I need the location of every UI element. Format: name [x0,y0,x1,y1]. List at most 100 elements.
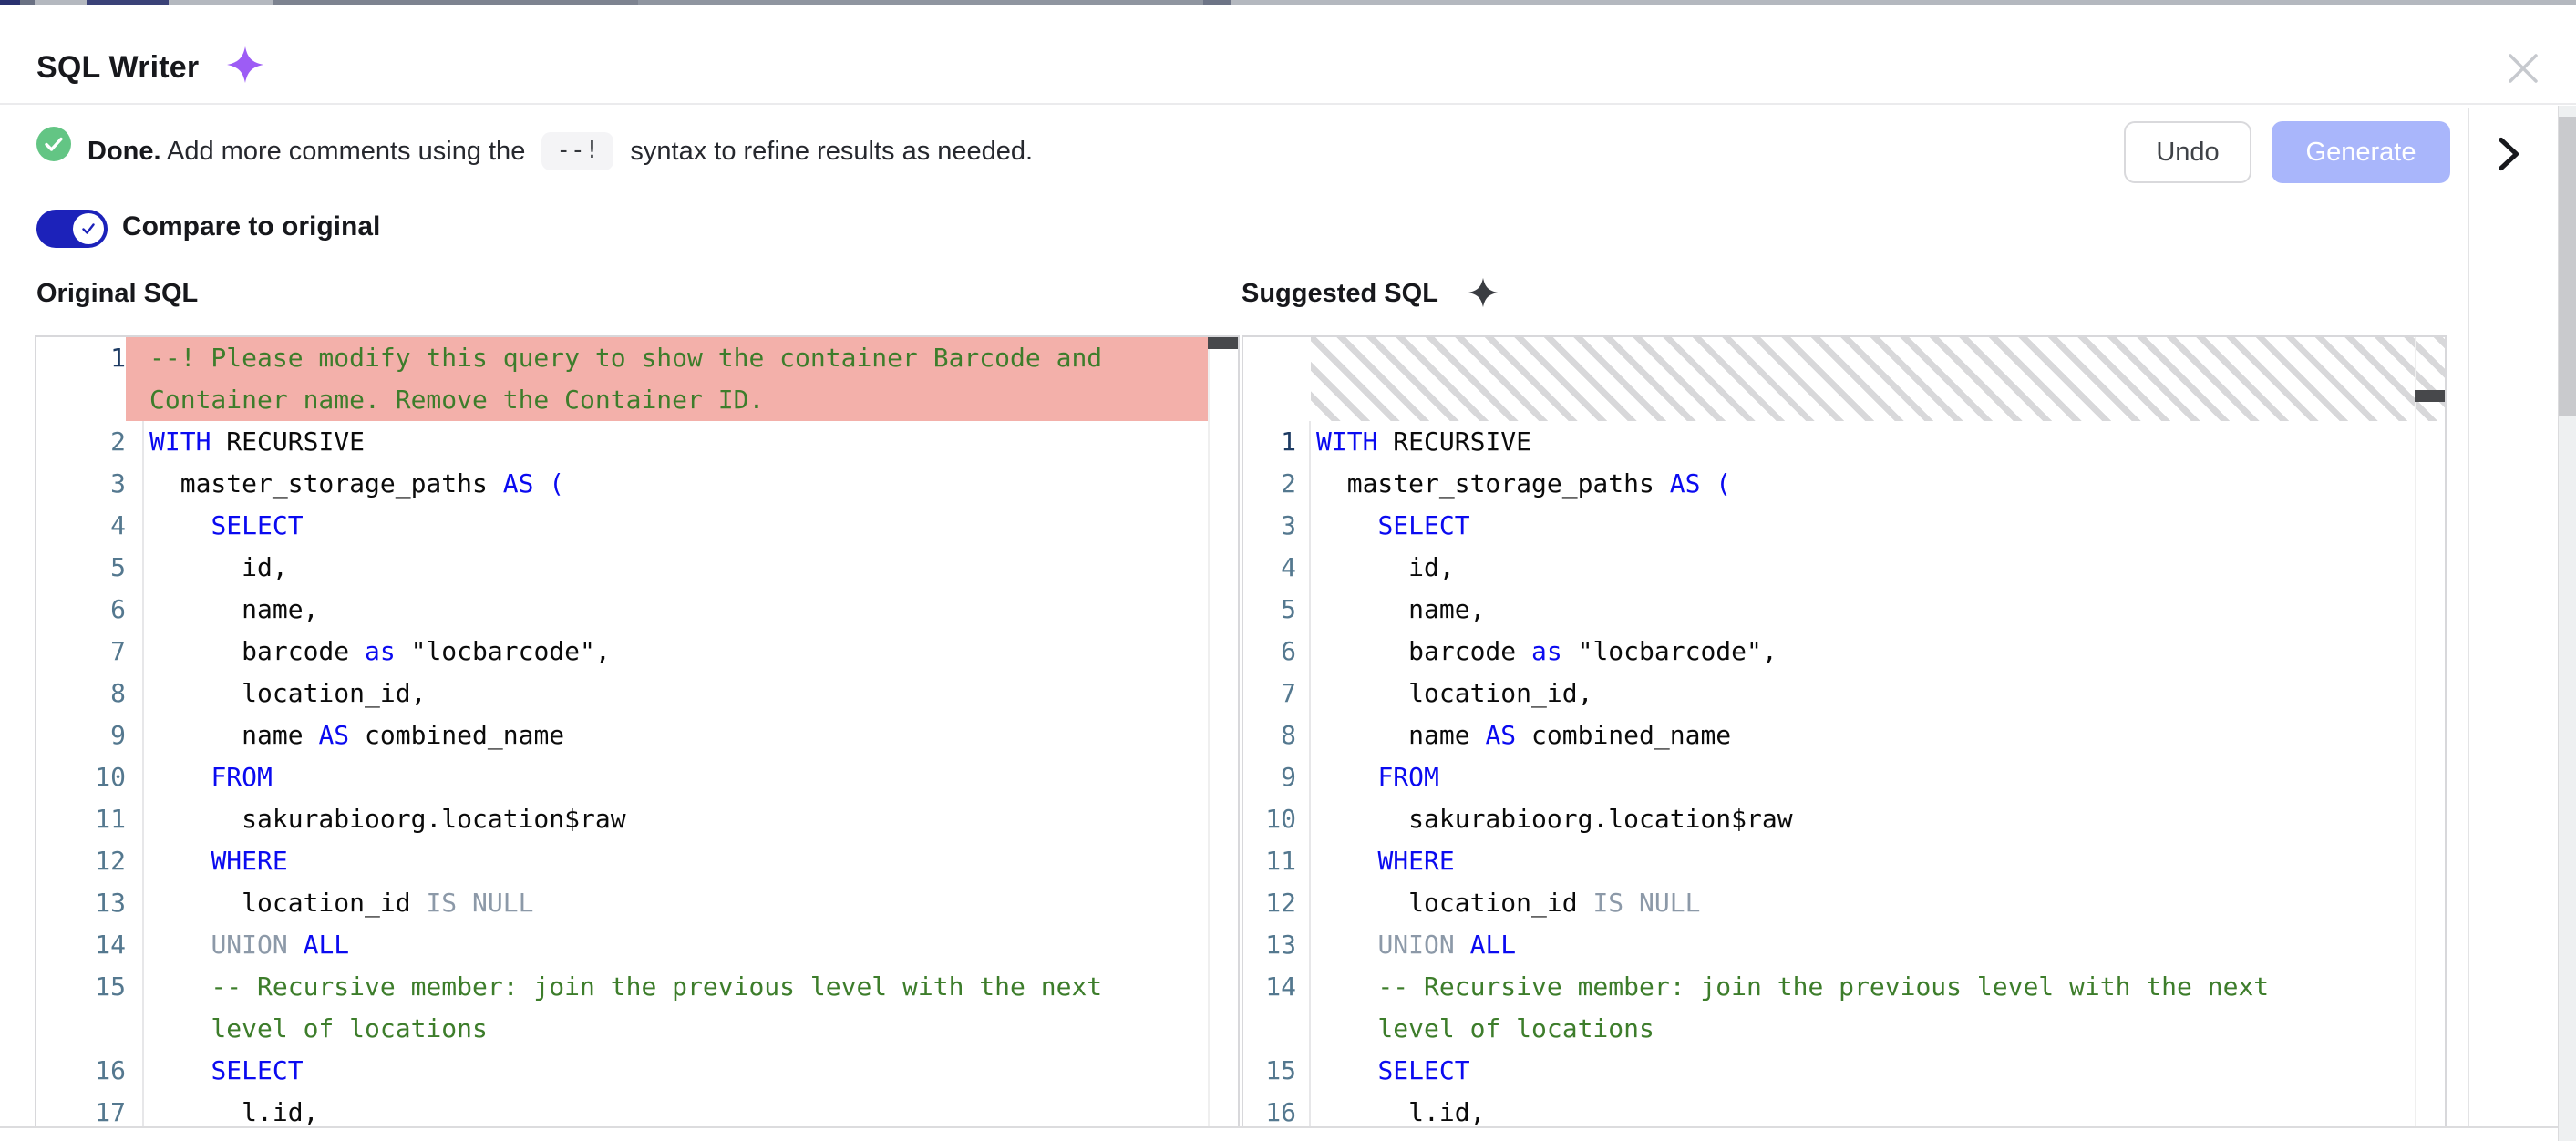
gutter-separator [126,673,144,714]
code-line[interactable]: level of locations [1243,1008,2415,1050]
code-line[interactable]: 14 -- Recursive member: join the previou… [1243,966,2415,1008]
code-line[interactable]: 3 SELECT [1243,505,2415,547]
line-number: 8 [1243,714,1296,756]
code-line[interactable]: 7 barcode as "locbarcode", [36,631,1208,673]
gutter-separator [126,966,144,1008]
collapse-chevron-icon[interactable] [2484,131,2531,179]
code-line[interactable]: 17 l.id, [36,1092,1208,1126]
code-line[interactable]: 15 -- Recursive member: join the previou… [36,966,1208,1008]
code-line[interactable]: 12 location_id IS NULL [1243,882,2415,924]
code-line[interactable]: level of locations [36,1008,1208,1050]
code-line[interactable]: 4 SELECT [36,505,1208,547]
editor-scrollbar-thumb[interactable] [1208,337,1238,349]
diff-view: 1--! Please modify this query to show th… [0,335,2576,1126]
gutter-separator [1296,421,1311,463]
code-text: name, [1311,589,2415,631]
code-text: WHERE [144,840,1208,882]
code-text: SELECT [1311,1050,2415,1092]
gutter-separator [1296,589,1311,631]
gutter-separator [1296,631,1311,673]
close-icon[interactable] [2505,50,2541,87]
code-line[interactable]: 9 name AS combined_name [36,714,1208,756]
code-line[interactable]: 10 FROM [36,756,1208,798]
editor-scrollbar-track[interactable] [2415,337,2445,1126]
compare-toggle[interactable] [36,210,108,248]
line-number: 10 [1243,798,1296,840]
line-number: 11 [1243,840,1296,882]
suggested-sql-editor[interactable]: 1WITH RECURSIVE2 master_storage_paths AS… [1242,335,2447,1126]
gutter-separator [126,505,144,547]
code-text: -- Recursive member: join the previous l… [144,966,1208,1008]
original-sql-editor[interactable]: 1--! Please modify this query to show th… [35,335,1240,1126]
gutter-separator [126,840,144,882]
line-number: 8 [36,673,126,714]
code-line[interactable]: 7 location_id, [1243,673,2415,714]
code-line[interactable]: 15 SELECT [1243,1050,2415,1092]
code-line[interactable]: 10 sakurabioorg.location$raw [1243,798,2415,840]
code-text: sakurabioorg.location$raw [1311,798,2415,840]
code-line[interactable]: 14 UNION ALL [36,924,1208,966]
gutter-separator [126,547,144,589]
code-line[interactable]: 3 master_storage_paths AS ( [36,463,1208,505]
code-line[interactable]: 8 name AS combined_name [1243,714,2415,756]
line-number: 13 [36,882,126,924]
gutter-separator [1296,924,1311,966]
code-text: level of locations [1311,1008,2415,1050]
code-text: location_id IS NULL [1311,882,2415,924]
code-text: SELECT [144,505,1208,547]
code-text: location_id, [1311,673,2415,714]
code-line[interactable]: 11 WHERE [1243,840,2415,882]
dialog-title: SQL Writer [36,50,199,86]
generate-button[interactable]: Generate [2272,121,2450,183]
status-message: Done. Add more comments using the --! sy… [88,106,1033,197]
code-text: master_storage_paths AS ( [144,463,1208,505]
line-number: 3 [36,463,126,505]
code-line[interactable]: 12 WHERE [36,840,1208,882]
line-number: 3 [1243,505,1296,547]
gutter-separator [1296,505,1311,547]
suggested-sql-code: 1WITH RECURSIVE2 master_storage_paths AS… [1243,421,2415,1126]
line-number: 1 [36,337,126,379]
compare-toggle-label: Compare to original [122,211,380,242]
undo-button[interactable]: Undo [2124,121,2251,183]
code-line[interactable]: 8 location_id, [36,673,1208,714]
compare-toggle-row: Compare to original [0,202,1276,255]
code-line[interactable]: 11 sakurabioorg.location$raw [36,798,1208,840]
code-line[interactable]: 16 l.id, [1243,1092,2415,1126]
editor-scrollbar-track[interactable] [1208,337,1238,1126]
code-line[interactable]: 2 master_storage_paths AS ( [1243,463,2415,505]
code-line[interactable]: 13 UNION ALL [1243,924,2415,966]
panel-bottom-edge [0,1126,2576,1128]
code-line[interactable]: 1--! Please modify this query to show th… [36,337,1208,379]
line-number: 17 [36,1092,126,1126]
code-text: l.id, [144,1092,1208,1126]
code-text: name, [144,589,1208,631]
code-line[interactable]: 1WITH RECURSIVE [1243,421,2415,463]
sparkle-icon [226,46,264,84]
code-line[interactable]: 6 barcode as "locbarcode", [1243,631,2415,673]
line-number: 5 [36,547,126,589]
code-text: id, [1311,547,2415,589]
code-line[interactable]: 4 id, [1243,547,2415,589]
code-text: -- Recursive member: join the previous l… [1311,966,2415,1008]
code-line[interactable]: Container name. Remove the Container ID. [36,379,1208,421]
code-line[interactable]: 13 location_id IS NULL [36,882,1208,924]
code-text: barcode as "locbarcode", [1311,631,2415,673]
code-line[interactable]: 5 name, [1243,589,2415,631]
code-line[interactable]: 2WITH RECURSIVE [36,421,1208,463]
code-line[interactable]: 5 id, [36,547,1208,589]
line-number: 6 [36,589,126,631]
code-text: barcode as "locbarcode", [144,631,1208,673]
gutter-separator [126,589,144,631]
page-scrollbar-thumb[interactable] [2559,117,2576,416]
status-text-before: Add more comments using the [161,137,533,167]
code-line[interactable]: 9 FROM [1243,756,2415,798]
code-line[interactable]: 6 name, [36,589,1208,631]
page-scrollbar[interactable] [2558,106,2576,1141]
line-number: 1 [1243,421,1296,463]
code-text: sakurabioorg.location$raw [144,798,1208,840]
code-line[interactable]: 16 SELECT [36,1050,1208,1092]
editor-scrollbar-thumb[interactable] [2415,390,2445,402]
gutter-separator [1296,714,1311,756]
code-text: location_id, [144,673,1208,714]
